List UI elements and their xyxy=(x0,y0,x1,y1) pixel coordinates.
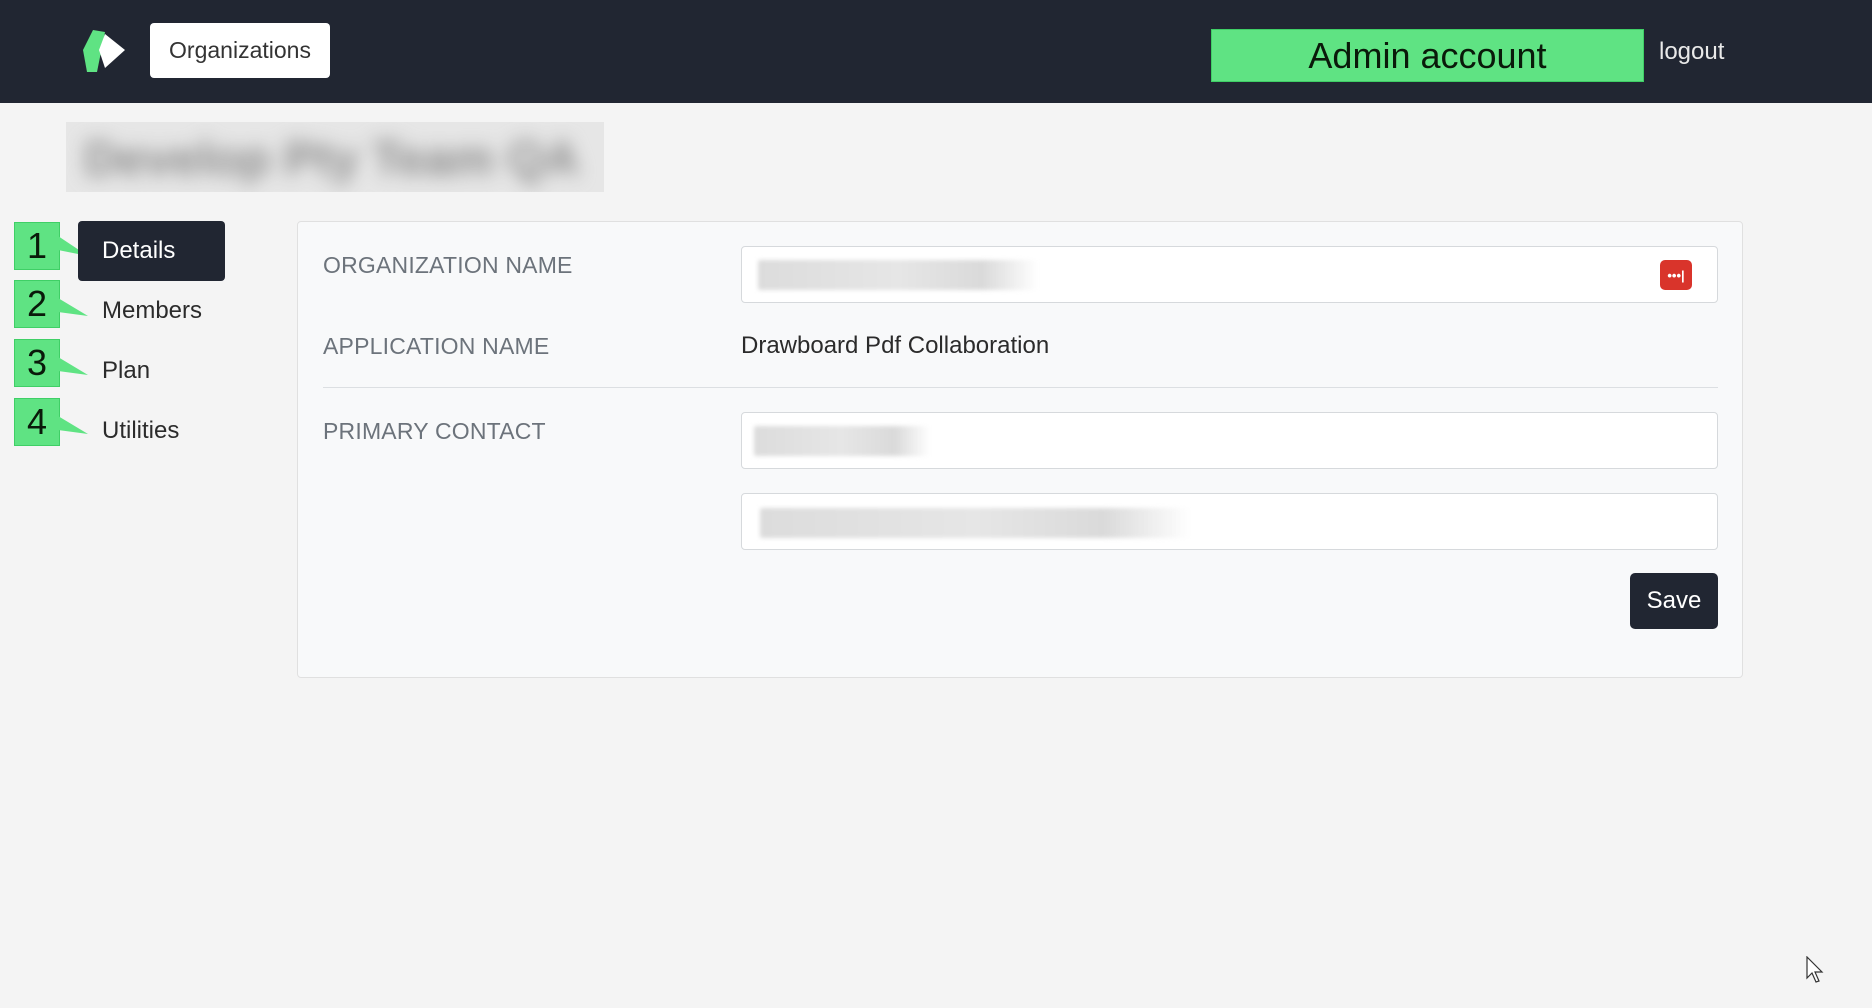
sidebar-item-label: Details xyxy=(102,237,176,264)
mouse-cursor-icon xyxy=(1806,956,1824,983)
organization-name-input[interactable]: •••| xyxy=(741,246,1718,303)
sidebar-item-label: Members xyxy=(102,297,203,324)
sidebar-item-plan[interactable]: Plan xyxy=(78,341,150,401)
top-navigation-bar: Organizations Admin account logout xyxy=(0,0,1872,103)
organization-name-label: ORGANIZATION NAME xyxy=(323,252,573,278)
password-manager-icon[interactable]: •••| xyxy=(1660,260,1692,290)
save-button[interactable]: Save xyxy=(1630,573,1718,629)
redacted-value xyxy=(760,508,1190,538)
application-name-label: APPLICATION NAME xyxy=(323,333,550,359)
organizations-button[interactable]: Organizations xyxy=(150,23,330,78)
contact-email-input[interactable] xyxy=(741,493,1718,550)
step-marker-1: 1 xyxy=(14,222,60,270)
logout-link[interactable]: logout xyxy=(1659,38,1724,66)
divider xyxy=(323,387,1718,388)
primary-contact-label: PRIMARY CONTACT xyxy=(323,418,546,444)
drawboard-logo-icon[interactable] xyxy=(77,28,127,74)
sidebar-item-members[interactable]: Members xyxy=(78,281,202,341)
page-title: Develop Pty Team QA xyxy=(84,133,580,186)
application-name-value: Drawboard Pdf Collaboration xyxy=(741,332,1050,359)
sidebar-item-utilities[interactable]: Utilities xyxy=(78,401,179,461)
step-marker-3: 3 xyxy=(14,339,60,387)
sidebar-item-label: Utilities xyxy=(102,417,180,444)
page-title-redacted: Develop Pty Team QA xyxy=(66,122,604,192)
admin-account-badge: Admin account xyxy=(1211,29,1644,82)
redacted-value xyxy=(754,426,930,456)
step-marker-2: 2 xyxy=(14,280,60,328)
sidebar-item-details[interactable]: Details xyxy=(78,221,225,281)
contact-name-input[interactable] xyxy=(741,412,1718,469)
redacted-value xyxy=(758,260,1038,290)
sidebar-item-label: Plan xyxy=(102,357,151,384)
step-marker-4: 4 xyxy=(14,398,60,446)
